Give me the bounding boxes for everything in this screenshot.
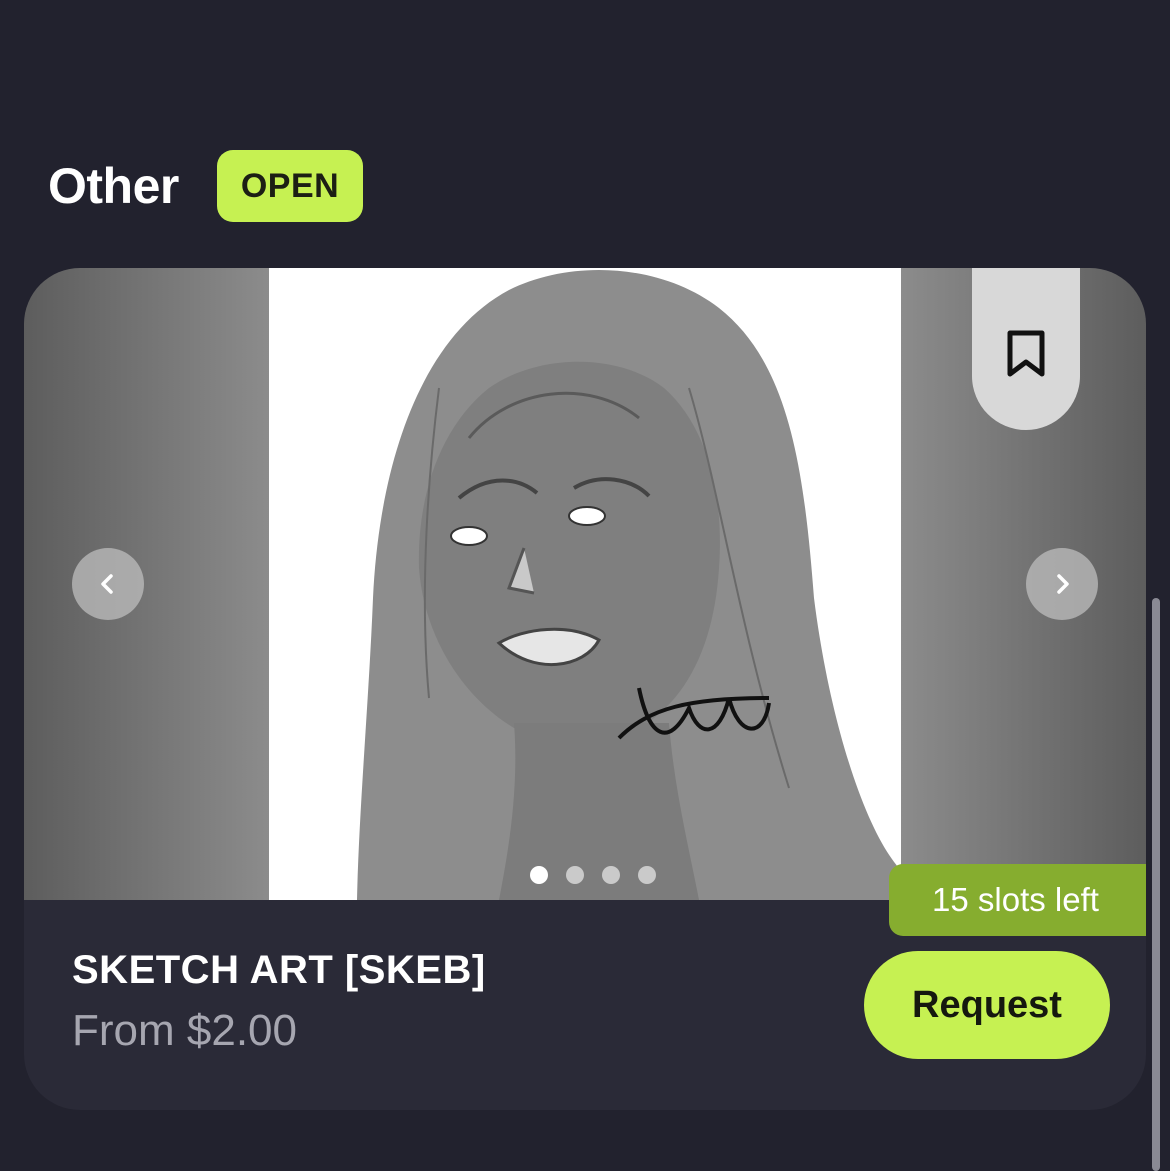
sketch-illustration [269, 268, 901, 900]
request-button[interactable]: Request [864, 951, 1110, 1059]
image-gallery[interactable] [24, 268, 1146, 900]
product-price: From $2.00 [72, 1006, 297, 1055]
artwork-image [269, 268, 901, 900]
product-title: SKETCH ART [SKEB] [72, 948, 486, 992]
slots-left-badge: 15 slots left [889, 864, 1146, 936]
bookmark-icon [1007, 330, 1045, 377]
pager-dot[interactable] [602, 866, 620, 884]
section-title: Other [48, 158, 179, 214]
scrollbar[interactable] [1152, 598, 1160, 1171]
pager-dot[interactable] [638, 866, 656, 884]
pager-dot[interactable] [530, 866, 548, 884]
previous-image-button[interactable] [72, 548, 144, 620]
page: Other OPEN 15 slots left SKETCH ART [SKE… [0, 0, 1170, 1171]
bookmark-button[interactable] [972, 268, 1080, 430]
next-image-button[interactable] [1026, 548, 1098, 620]
commission-card: 15 slots left SKETCH ART [SKEB] From $2.… [24, 268, 1146, 1110]
pager-dot[interactable] [566, 866, 584, 884]
gallery-pager [530, 866, 656, 884]
chevron-right-icon [1057, 574, 1069, 594]
section-header: Other OPEN [48, 150, 364, 222]
chevron-left-icon [101, 574, 113, 594]
status-badge: OPEN [216, 150, 364, 222]
